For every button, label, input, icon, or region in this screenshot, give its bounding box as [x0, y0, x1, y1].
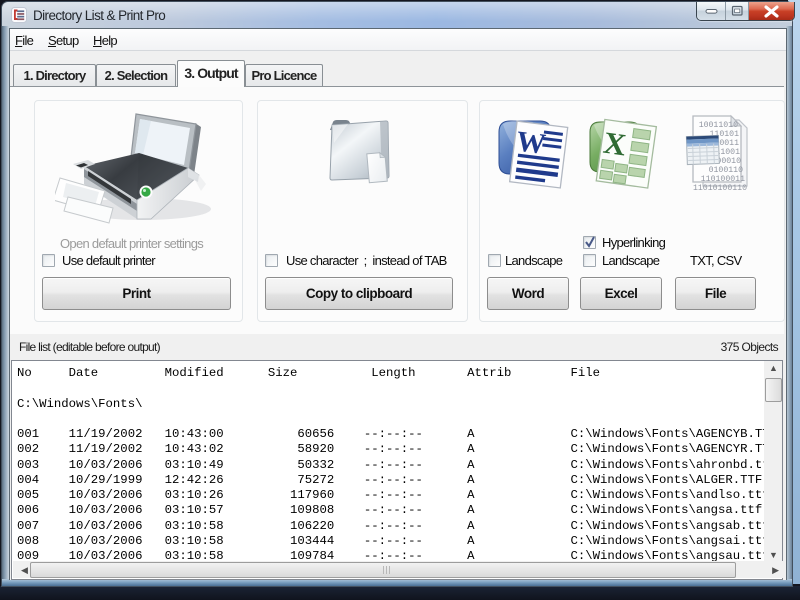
svg-text:110100011: 110100011 [701, 175, 745, 184]
svg-text:10011010: 10011010 [699, 121, 738, 130]
svg-text:11010100110: 11010100110 [693, 184, 747, 193]
svg-text:0100110: 0100110 [709, 166, 743, 175]
